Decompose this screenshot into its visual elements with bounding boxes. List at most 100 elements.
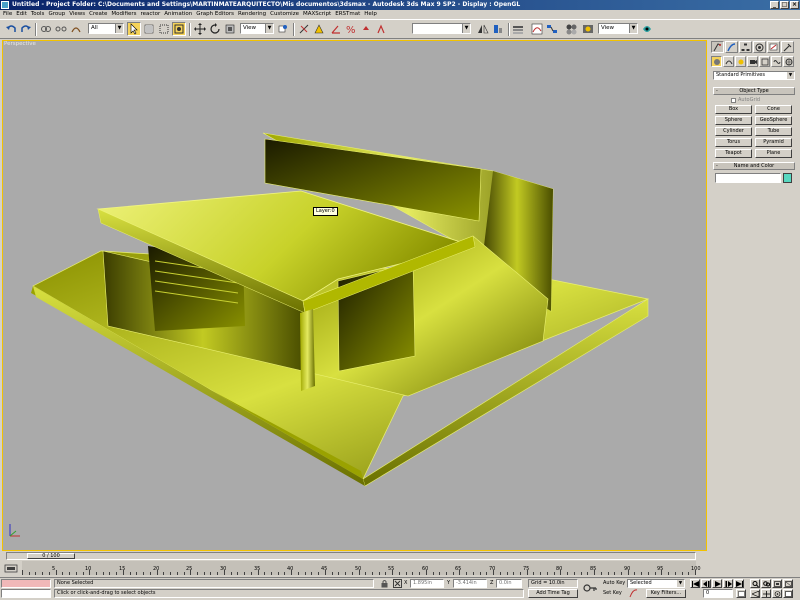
zoom-extents-icon[interactable] <box>772 579 782 588</box>
mirror-icon[interactable] <box>476 22 490 36</box>
menu-edit[interactable]: Edit <box>16 10 31 19</box>
menu-animation[interactable]: Animation <box>164 10 196 19</box>
align-icon[interactable] <box>491 22 505 36</box>
arc-rotate-icon[interactable] <box>772 589 782 598</box>
create-sphere-button[interactable]: Sphere <box>715 116 752 125</box>
angle-snap-icon[interactable] <box>329 22 343 36</box>
object-color-swatch[interactable] <box>783 173 792 183</box>
use-pivot-point-center-icon[interactable] <box>276 22 290 36</box>
menu-help[interactable]: Help <box>364 10 381 19</box>
create-geosphere-button[interactable]: GeoSphere <box>755 116 792 125</box>
edit-named-selection-icon[interactable] <box>375 22 389 36</box>
minimize-button[interactable]: _ <box>770 1 779 9</box>
select-by-name-icon[interactable] <box>142 22 156 36</box>
menu-modifiers[interactable]: Modifiers <box>111 10 140 19</box>
track-bar-timeline[interactable]: 5 10 15 20 25 30 35 40 45 50 55 60 65 70 75 80 85 90 95 100 <box>22 561 701 575</box>
zoom-all-icon[interactable] <box>761 579 771 588</box>
name-and-color-rollout-header[interactable]: - Name and Color <box>713 162 795 170</box>
maxscript-listener-white[interactable] <box>1 589 51 598</box>
selection-filter-dropdown[interactable]: All ▼ <box>88 23 124 34</box>
motion-tab-icon[interactable] <box>753 41 766 53</box>
create-pyramid-button[interactable]: Pyramid <box>755 138 792 147</box>
time-slider-track[interactable]: 0 / 100 <box>6 552 696 560</box>
create-box-button[interactable]: Box <box>715 105 752 114</box>
maximize-button[interactable]: □ <box>780 1 789 9</box>
lights-icon[interactable] <box>735 56 746 67</box>
zoom-extents-all-icon[interactable] <box>783 579 793 588</box>
curve-editor-icon[interactable] <box>530 22 544 36</box>
zoom-icon[interactable] <box>750 579 760 588</box>
z-coordinate-field[interactable]: 0.0in <box>496 579 522 588</box>
select-and-manipulate-icon[interactable] <box>297 22 311 36</box>
menu-maxscript[interactable]: MAXScript <box>303 10 335 19</box>
select-and-link-icon[interactable] <box>39 22 53 36</box>
menu-rendering[interactable]: Rendering <box>238 10 270 19</box>
play-icon[interactable] <box>712 579 722 588</box>
select-and-rotate-icon[interactable] <box>208 22 222 36</box>
redo-icon[interactable] <box>19 22 33 36</box>
geometry-icon[interactable] <box>711 56 722 67</box>
menu-reactor[interactable]: reactor <box>141 10 165 19</box>
create-plane-button[interactable]: Plane <box>755 149 792 158</box>
menu-file[interactable]: File <box>3 10 16 19</box>
shapes-icon[interactable] <box>723 56 734 67</box>
absolute-mode-icon[interactable] <box>393 579 402 588</box>
time-configuration-icon[interactable] <box>736 589 746 598</box>
quick-render-icon[interactable] <box>640 22 654 36</box>
percent-snap-icon[interactable]: % <box>344 22 358 36</box>
autogrid-checkbox[interactable]: AutoGrid <box>731 97 760 103</box>
current-frame-field[interactable]: 0 <box>703 589 733 598</box>
hierarchy-tab-icon[interactable] <box>739 41 752 53</box>
menu-views[interactable]: Views <box>69 10 89 19</box>
undo-icon[interactable] <box>4 22 18 36</box>
key-tangent-icon[interactable] <box>629 589 638 598</box>
systems-icon[interactable] <box>783 56 794 67</box>
schematic-view-icon[interactable] <box>545 22 559 36</box>
menu-erstmat[interactable]: ERSTmat <box>335 10 364 19</box>
snaps-toggle-icon[interactable] <box>312 22 326 36</box>
layer-manager-icon[interactable] <box>511 22 525 36</box>
create-torus-button[interactable]: Torus <box>715 138 752 147</box>
select-and-move-icon[interactable] <box>193 22 207 36</box>
window-crossing-icon[interactable] <box>172 22 186 36</box>
material-editor-icon[interactable] <box>564 22 578 36</box>
object-type-rollout-header[interactable]: - Object Type <box>713 87 795 95</box>
next-frame-icon[interactable] <box>723 579 733 588</box>
maxscript-listener-pink[interactable] <box>1 579 51 588</box>
helpers-icon[interactable] <box>759 56 770 67</box>
go-to-end-icon[interactable] <box>734 579 744 588</box>
spinner-snap-icon[interactable] <box>359 22 373 36</box>
create-cone-button[interactable]: Cone <box>755 105 792 114</box>
pan-icon[interactable] <box>761 589 771 598</box>
add-time-tag-button[interactable]: Add Time Tag <box>528 589 578 598</box>
key-filters-button[interactable]: Key Filters... <box>646 589 686 598</box>
close-button[interactable]: × <box>790 1 799 9</box>
selection-lock-icon[interactable] <box>380 579 389 588</box>
menu-graph-editors[interactable]: Graph Editors <box>196 10 238 19</box>
key-icon[interactable] <box>583 582 597 594</box>
object-name-field[interactable] <box>715 173 781 183</box>
viewport-label[interactable]: Perspective <box>4 41 36 47</box>
time-slider-thumb[interactable]: 0 / 100 <box>27 553 75 559</box>
menu-create[interactable]: Create <box>89 10 111 19</box>
create-teapot-button[interactable]: Teapot <box>715 149 752 158</box>
space-warps-icon[interactable] <box>771 56 782 67</box>
primitive-category-dropdown[interactable]: Standard Primitives ▼ <box>713 71 795 80</box>
modify-tab-icon[interactable] <box>725 41 738 53</box>
perspective-viewport[interactable] <box>2 40 707 551</box>
cameras-icon[interactable] <box>747 56 758 67</box>
rectangular-selection-icon[interactable] <box>157 22 171 36</box>
reference-coordinate-dropdown[interactable]: View ▼ <box>240 23 274 34</box>
display-tab-icon[interactable] <box>767 41 780 53</box>
bind-to-space-warp-icon[interactable] <box>69 22 83 36</box>
autogrid-checkbox-box[interactable] <box>731 97 736 103</box>
y-coordinate-field[interactable]: -3.414in <box>453 579 487 588</box>
unlink-selection-icon[interactable] <box>54 22 68 36</box>
mini-curve-editor-icon[interactable] <box>4 563 18 575</box>
create-cylinder-button[interactable]: Cylinder <box>715 127 752 136</box>
named-selection-sets-dropdown[interactable]: ▼ <box>412 23 471 34</box>
render-scene-icon[interactable] <box>581 22 595 36</box>
create-tab-icon[interactable] <box>711 41 724 53</box>
menu-tools[interactable]: Tools <box>31 10 49 19</box>
previous-frame-icon[interactable] <box>701 579 711 588</box>
